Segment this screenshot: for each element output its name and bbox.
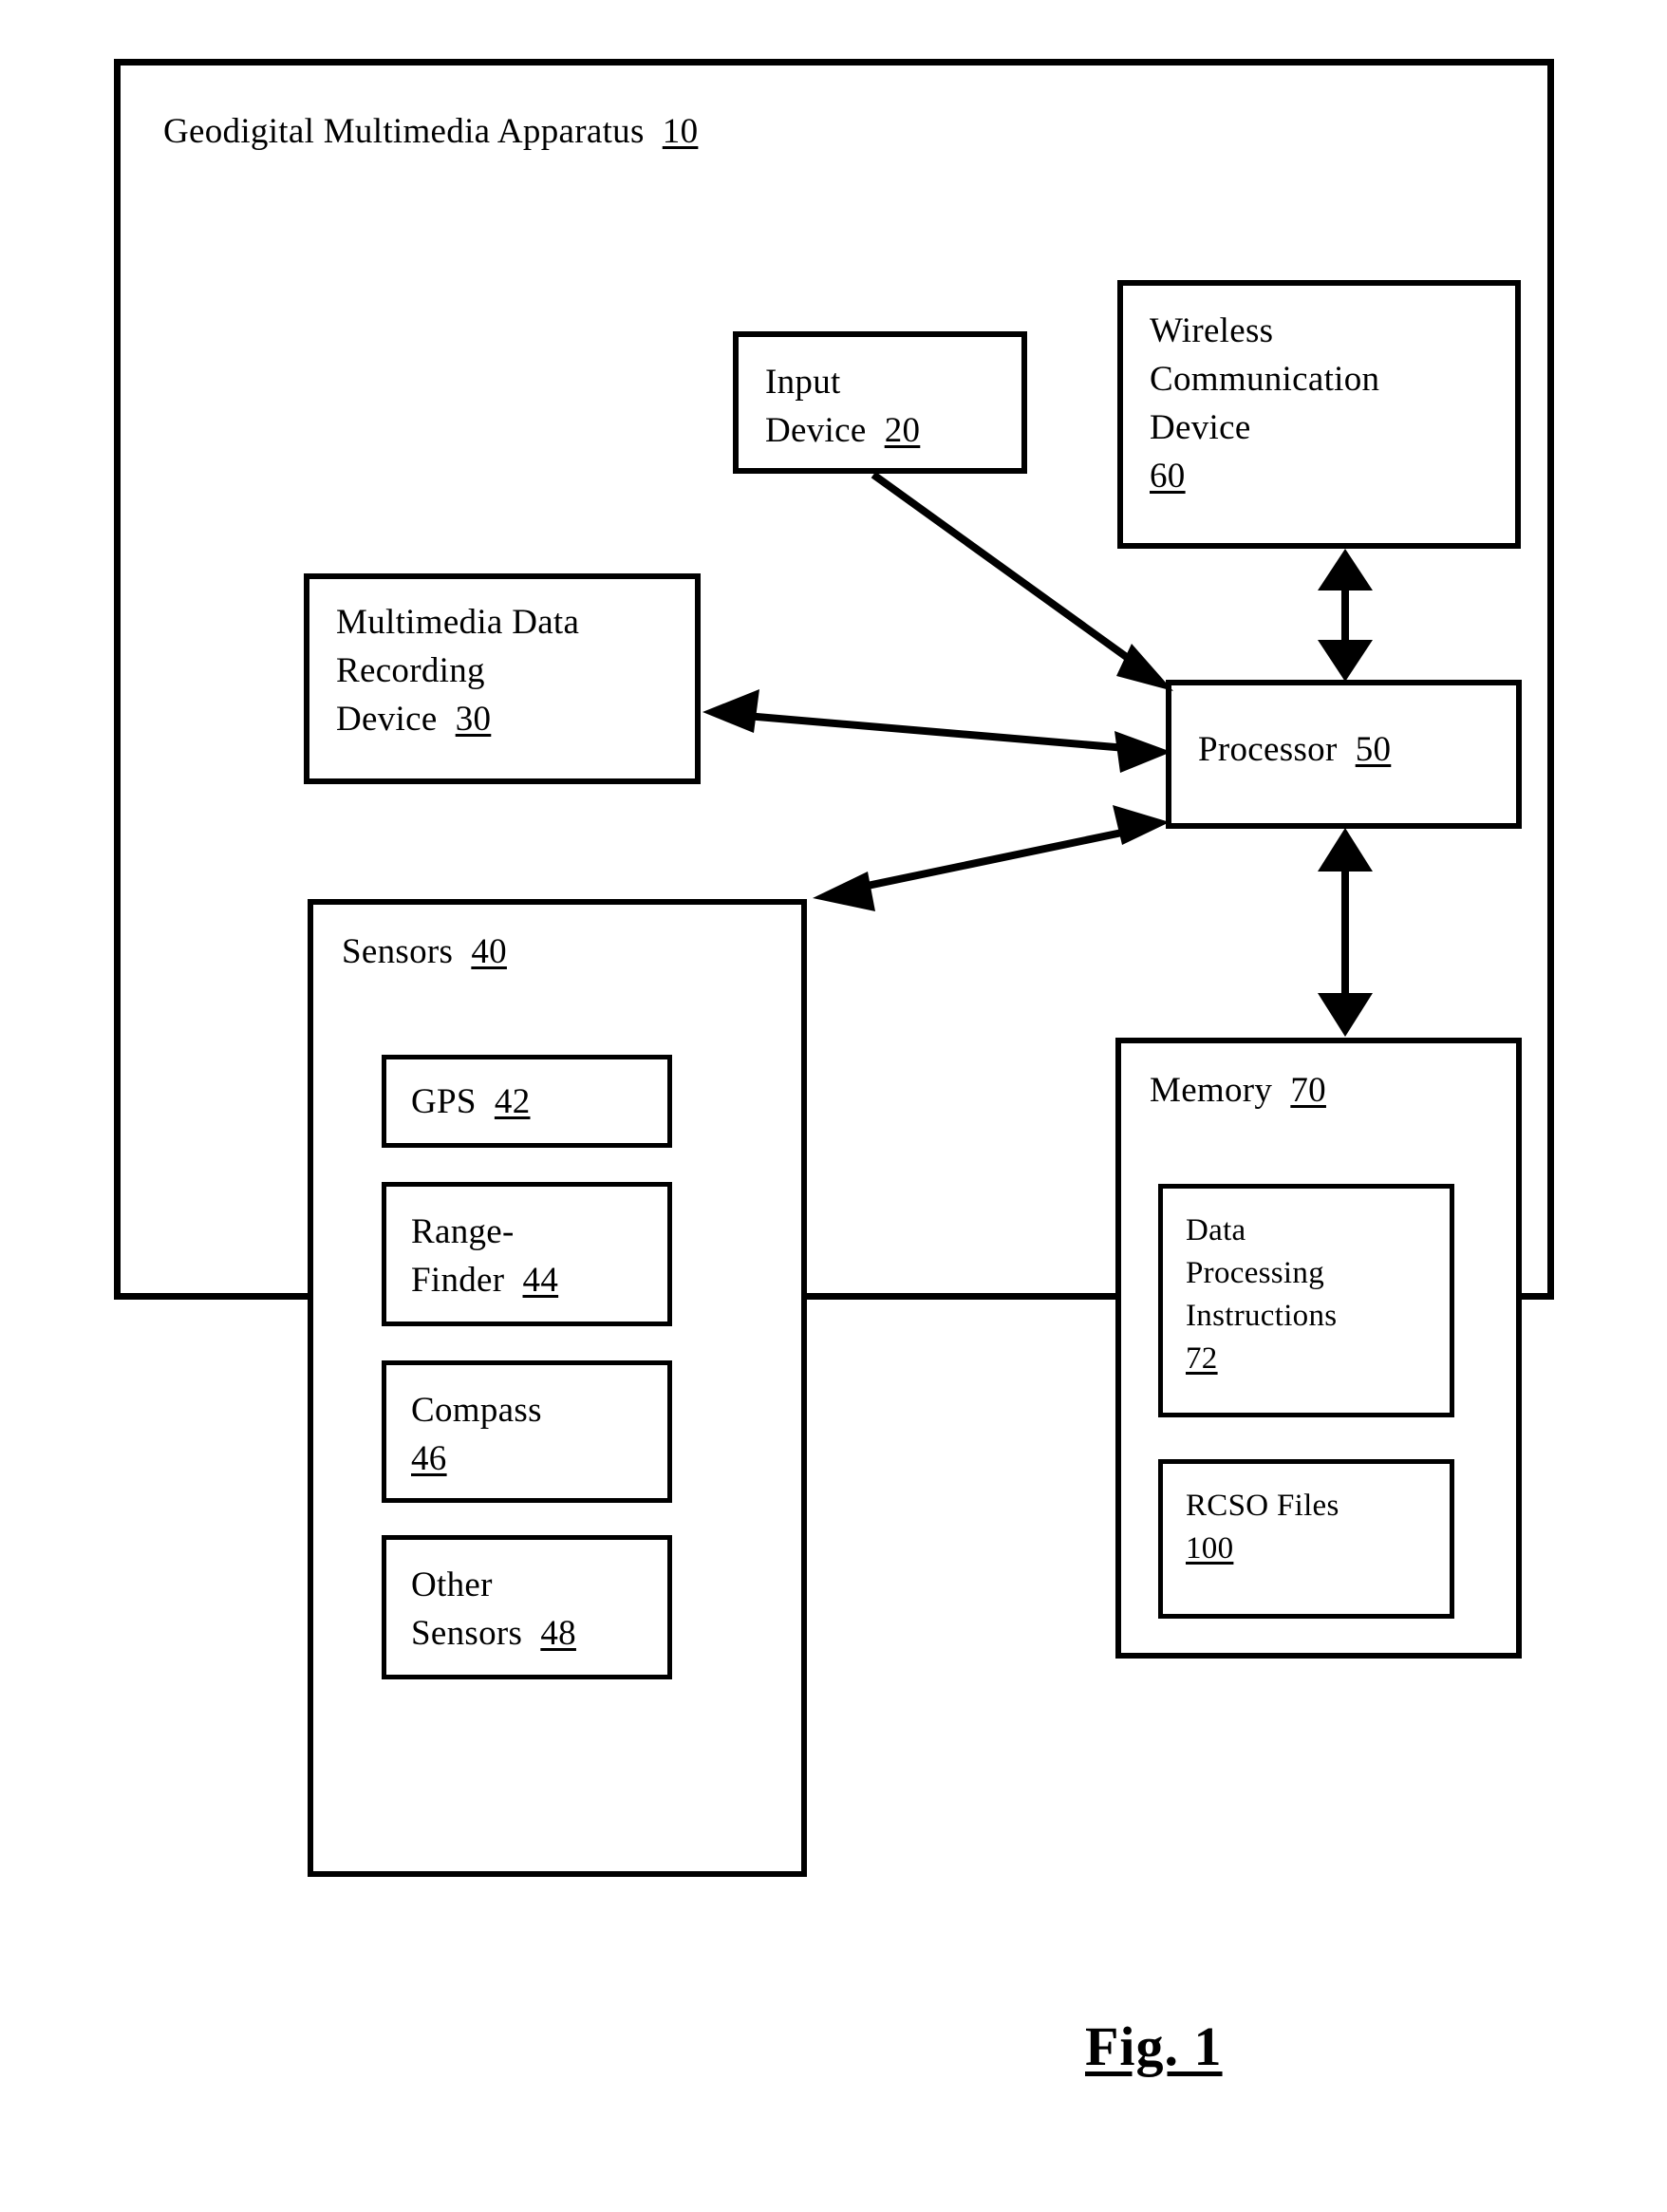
apparatus-ref: 10 (662, 112, 699, 151)
gps-ref: 42 (494, 1082, 531, 1121)
memory-label-text: Memory (1150, 1071, 1273, 1110)
block-data-processing-instructions: Data Processing Instructions 72 (1158, 1184, 1454, 1417)
rcso-files-label-text: RCSO Files (1186, 1489, 1339, 1523)
range-finder-label-text: Range- Finder (411, 1212, 515, 1300)
sensors-label: Sensors 40 (342, 928, 740, 976)
block-other-sensors: Other Sensors 48 (382, 1535, 672, 1679)
rcso-files-label: RCSO Files 100 (1186, 1485, 1447, 1570)
gps-label-text: GPS (411, 1082, 477, 1121)
processor-label: Processor 50 (1198, 725, 1511, 774)
patent-figure: Geodigital Multimedia Apparatus 10 Input… (0, 0, 1667, 2212)
block-gps: GPS 42 (382, 1055, 672, 1148)
sensors-ref: 40 (471, 932, 507, 971)
block-memory: Memory 70 Data Processing Instructions 7… (1115, 1038, 1522, 1659)
apparatus-title: Geodigital Multimedia Apparatus 10 (163, 107, 828, 156)
block-wireless-communication-device: Wireless Communication Device 60 (1117, 280, 1521, 549)
wireless-communication-device-ref: 60 (1150, 457, 1186, 496)
multimedia-data-recording-device-label: Multimedia Data Recording Device 30 (336, 598, 692, 743)
input-device-label-text: Input Device (765, 363, 867, 450)
block-range-finder: Range- Finder 44 (382, 1182, 672, 1326)
compass-ref: 46 (411, 1439, 447, 1478)
processor-ref: 50 (1355, 730, 1392, 769)
processor-label-text: Processor (1198, 730, 1338, 769)
range-finder-ref: 44 (522, 1261, 559, 1300)
gps-label: GPS 42 (411, 1078, 658, 1126)
memory-label: Memory 70 (1150, 1066, 1482, 1115)
apparatus-title-text: Geodigital Multimedia Apparatus (163, 112, 645, 151)
range-finder-label: Range- Finder 44 (411, 1208, 663, 1304)
input-device-ref: 20 (884, 411, 921, 450)
data-processing-instructions-ref: 72 (1186, 1341, 1218, 1376)
wireless-communication-device-label-text: Wireless Communication Device (1150, 311, 1380, 447)
rcso-files-ref: 100 (1186, 1531, 1234, 1565)
data-processing-instructions-label-text: Data Processing Instructions (1186, 1213, 1338, 1333)
block-rcso-files: RCSO Files 100 (1158, 1459, 1454, 1619)
data-processing-instructions-label: Data Processing Instructions 72 (1186, 1209, 1447, 1380)
block-processor: Processor 50 (1166, 680, 1522, 829)
figure-caption: Fig. 1 (1085, 2015, 1223, 2077)
block-input-device: Input Device 20 (733, 331, 1027, 474)
other-sensors-label: Other Sensors 48 (411, 1561, 663, 1658)
multimedia-data-recording-device-ref: 30 (455, 700, 492, 739)
memory-ref: 70 (1290, 1071, 1326, 1110)
input-device-label: Input Device 20 (765, 358, 1012, 455)
wireless-communication-device-label: Wireless Communication Device 60 (1150, 307, 1510, 500)
compass-label: Compass 46 (411, 1386, 663, 1483)
other-sensors-ref: 48 (540, 1614, 576, 1653)
block-multimedia-data-recording-device: Multimedia Data Recording Device 30 (304, 573, 701, 784)
block-compass: Compass 46 (382, 1360, 672, 1503)
block-sensors: Sensors 40 GPS 42 Range- Finder 44 Compa… (308, 899, 807, 1877)
sensors-label-text: Sensors (342, 932, 454, 971)
compass-label-text: Compass (411, 1391, 542, 1430)
other-sensors-label-text: Other Sensors (411, 1565, 523, 1653)
